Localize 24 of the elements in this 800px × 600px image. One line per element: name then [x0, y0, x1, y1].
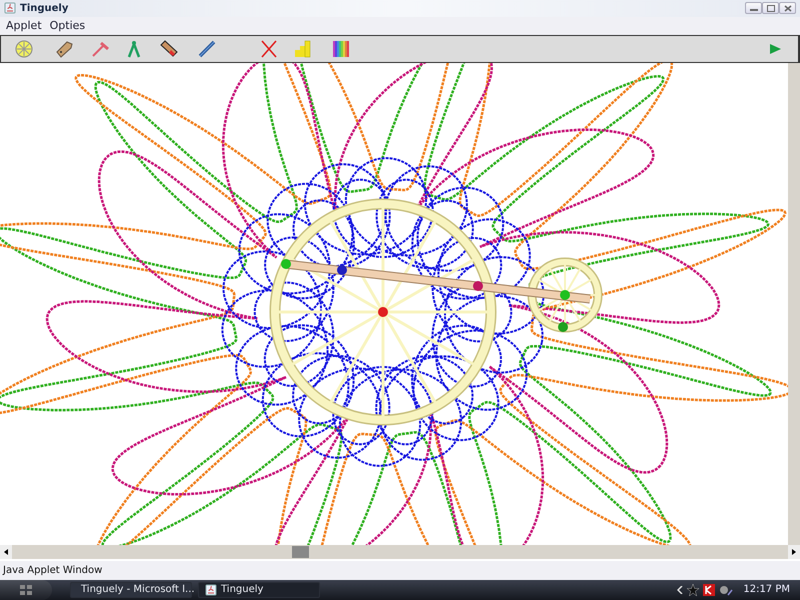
- java-icon: [205, 584, 217, 596]
- minimize-button[interactable]: [745, 2, 762, 14]
- horizontal-scrollbar[interactable]: [0, 545, 800, 560]
- wheel-icon[interactable]: [13, 38, 35, 60]
- clock: 12:17 PM: [743, 584, 790, 596]
- scroll-left-icon[interactable]: [4, 549, 8, 556]
- scroll-right-icon[interactable]: [792, 549, 796, 556]
- windows-logo-icon: [19, 584, 33, 596]
- maximize-button[interactable]: [762, 2, 779, 14]
- taskbar-button[interactable]: Tinguely: [198, 582, 320, 598]
- vertical-scrollbar[interactable]: [788, 63, 800, 546]
- scroll-thumb[interactable]: [292, 546, 309, 558]
- status-text: Java Applet Window: [3, 565, 102, 576]
- menu-item[interactable]: Opties: [46, 18, 90, 32]
- chevron-icon[interactable]: [677, 586, 684, 594]
- maximize-icon: [766, 4, 774, 12]
- start-button[interactable]: [0, 580, 52, 600]
- star-icon[interactable]: [687, 584, 700, 596]
- close-icon: [784, 4, 792, 12]
- close-button[interactable]: [779, 2, 796, 14]
- taskbar-button[interactable]: Tinguely - Microsoft I...: [70, 582, 192, 598]
- java-icon: [4, 2, 16, 14]
- menu-item[interactable]: Applet: [2, 18, 46, 32]
- window-title: Tinguely: [20, 2, 68, 14]
